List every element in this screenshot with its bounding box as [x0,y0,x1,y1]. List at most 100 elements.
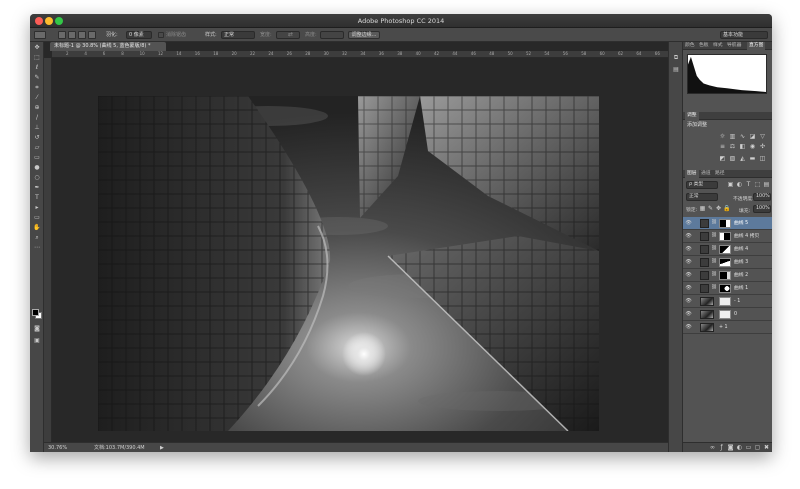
layer-row[interactable]: 👁 0 [683,308,772,321]
visibility-eye-icon[interactable]: 👁 [685,258,692,266]
layer-name[interactable]: 曲线 4 拷贝 [734,233,759,240]
gradient-map-icon[interactable]: ▬ [749,156,756,162]
invert-icon[interactable]: ◩ [719,156,726,162]
layer-thumbnail[interactable] [700,297,714,306]
mask-link-icon[interactable]: ⛓ [711,220,717,225]
quick-mask-icon[interactable]: ◙ [33,325,41,333]
layer-name[interactable]: + 1 [719,324,728,331]
mask-link-icon[interactable]: ⛓ [711,246,717,251]
new-group-icon[interactable]: ▭ [745,445,752,451]
intersect-selection-icon[interactable] [88,31,96,39]
tab-paths[interactable]: 路径 [715,170,725,178]
layer-filter-select[interactable]: ρ 类型 [686,181,718,189]
tab-styles[interactable]: 样式 [713,42,723,50]
document-tab[interactable]: 未标题-1 @ 30.8% (曲线 5, 蓝色蒙版/8) * [50,42,166,51]
mask-link-icon[interactable]: ⛓ [711,272,717,277]
horizontal-ruler[interactable]: 2 4 6 8 10 12 14 16 18 20 22 24 26 28 30 32 34 36 38 40 42 44… [52,51,668,58]
opacity-input[interactable]: 100% [753,193,771,201]
curves-adjustment-thumbnail-icon[interactable] [700,245,709,254]
tab-layers[interactable]: 图层 [685,170,699,178]
brush-tool-icon[interactable]: / [33,114,41,122]
zoom-level[interactable]: 30.76% [48,444,67,452]
tab-adjustments[interactable]: 调整 [685,112,699,120]
filter-adjustment-icon[interactable]: ◐ [736,182,743,188]
fill-input[interactable]: 100% [753,205,771,213]
canvas-image[interactable] [98,96,599,431]
exposure-icon[interactable]: ◪ [749,134,756,140]
style-select[interactable]: 正常 [221,31,255,39]
layer-style-icon[interactable]: ƒ [718,445,725,451]
layer-mask-thumbnail[interactable] [719,310,731,319]
lock-transparent-icon[interactable]: ▦ [699,206,706,212]
screen-mode-icon[interactable]: ▣ [33,337,41,345]
channel-mixer-icon[interactable]: ✣ [759,144,766,150]
history-brush-tool-icon[interactable]: ↺ [33,134,41,142]
mask-link-icon[interactable]: ⛓ [711,259,717,264]
status-menu-arrow-icon[interactable]: ▶ [160,444,164,452]
hand-tool-icon[interactable]: ✋ [33,224,41,232]
layer-row[interactable]: 👁 + 1 [683,321,772,334]
quick-selection-tool-icon[interactable]: ✎ [33,74,41,82]
curves-adjustment-thumbnail-icon[interactable] [700,258,709,267]
hue-saturation-icon[interactable]: ≡ [719,144,726,150]
filter-type-icon[interactable]: T [745,182,752,188]
visibility-eye-icon[interactable]: 👁 [685,310,692,318]
feather-input[interactable]: 0 像素 [126,31,152,39]
path-selection-tool-icon[interactable]: ▸ [33,204,41,212]
filter-shape-icon[interactable]: ⬚ [754,182,761,188]
layer-row[interactable]: 👁 - 1 [683,295,772,308]
dodge-tool-icon[interactable]: ○ [33,174,41,182]
visibility-eye-icon[interactable]: 👁 [685,219,692,227]
curves-adjustment-thumbnail-icon[interactable] [700,219,709,228]
lock-all-icon[interactable]: 🔒 [723,206,730,212]
layer-mask-thumbnail[interactable] [719,258,731,267]
rectangle-tool-icon[interactable]: ▭ [33,214,41,222]
black-white-icon[interactable]: ◧ [739,144,746,150]
layer-name[interactable]: 曲线 4 [734,246,748,253]
levels-icon[interactable]: ▥ [729,134,736,140]
layer-thumbnail[interactable] [700,323,714,332]
lock-image-icon[interactable]: ✎ [707,206,714,212]
tab-color[interactable]: 颜色 [685,42,695,50]
blend-mode-select[interactable]: 正常 [686,193,718,201]
tab-channels[interactable]: 通道 [701,170,711,178]
pen-tool-icon[interactable]: ✒ [33,184,41,192]
properties-panel-icon[interactable]: ▤ [672,66,680,74]
spot-healing-tool-icon[interactable]: ⊕ [33,104,41,112]
visibility-eye-icon[interactable]: 👁 [685,284,692,292]
type-tool-icon[interactable]: T [33,194,41,202]
crop-tool-icon[interactable]: ⌗ [33,84,41,92]
curves-icon[interactable]: ∿ [739,134,746,140]
layer-mask-thumbnail[interactable] [719,245,731,254]
mask-link-icon[interactable]: ⛓ [711,285,717,290]
layer-mask-thumbnail[interactable] [719,271,731,280]
more-tools-icon[interactable]: ⋯ [33,244,41,252]
tab-navigator[interactable]: 导航器 [727,42,741,50]
subtract-selection-icon[interactable] [78,31,86,39]
threshold-icon[interactable]: ◭ [739,156,746,162]
color-balance-icon[interactable]: ⚖ [729,144,736,150]
antialias-checkbox[interactable] [158,32,164,38]
foreground-color-swatch[interactable] [32,309,39,316]
tab-histogram[interactable]: 直方图 [747,42,766,50]
layer-mask-thumbnail[interactable] [719,232,731,241]
new-selection-icon[interactable] [58,31,66,39]
curves-adjustment-thumbnail-icon[interactable] [700,232,709,241]
blur-tool-icon[interactable]: ● [33,164,41,172]
layer-name[interactable]: 0 [734,311,737,318]
curves-adjustment-thumbnail-icon[interactable] [700,284,709,293]
curves-adjustment-thumbnail-icon[interactable] [700,271,709,280]
layer-row[interactable]: 👁 ⛓ 曲线 4 拷贝 [683,230,772,243]
filter-pixel-icon[interactable]: ▣ [727,182,734,188]
visibility-eye-icon[interactable]: 👁 [685,245,692,253]
layer-name[interactable]: 曲线 1 [734,285,748,292]
layer-thumbnail[interactable] [700,310,714,319]
refine-edge-button[interactable]: 调整边缘... [348,31,380,39]
layer-row[interactable]: 👁 ⛓ 曲线 1 [683,282,772,295]
layer-row[interactable]: 👁 ⛓ 曲线 4 [683,243,772,256]
vertical-ruler[interactable] [44,58,52,442]
color-swatches[interactable] [32,309,42,319]
marquee-tool-preset-icon[interactable] [34,31,46,39]
filter-smart-object-icon[interactable]: ▤ [763,182,770,188]
visibility-eye-icon[interactable]: 👁 [685,297,692,305]
